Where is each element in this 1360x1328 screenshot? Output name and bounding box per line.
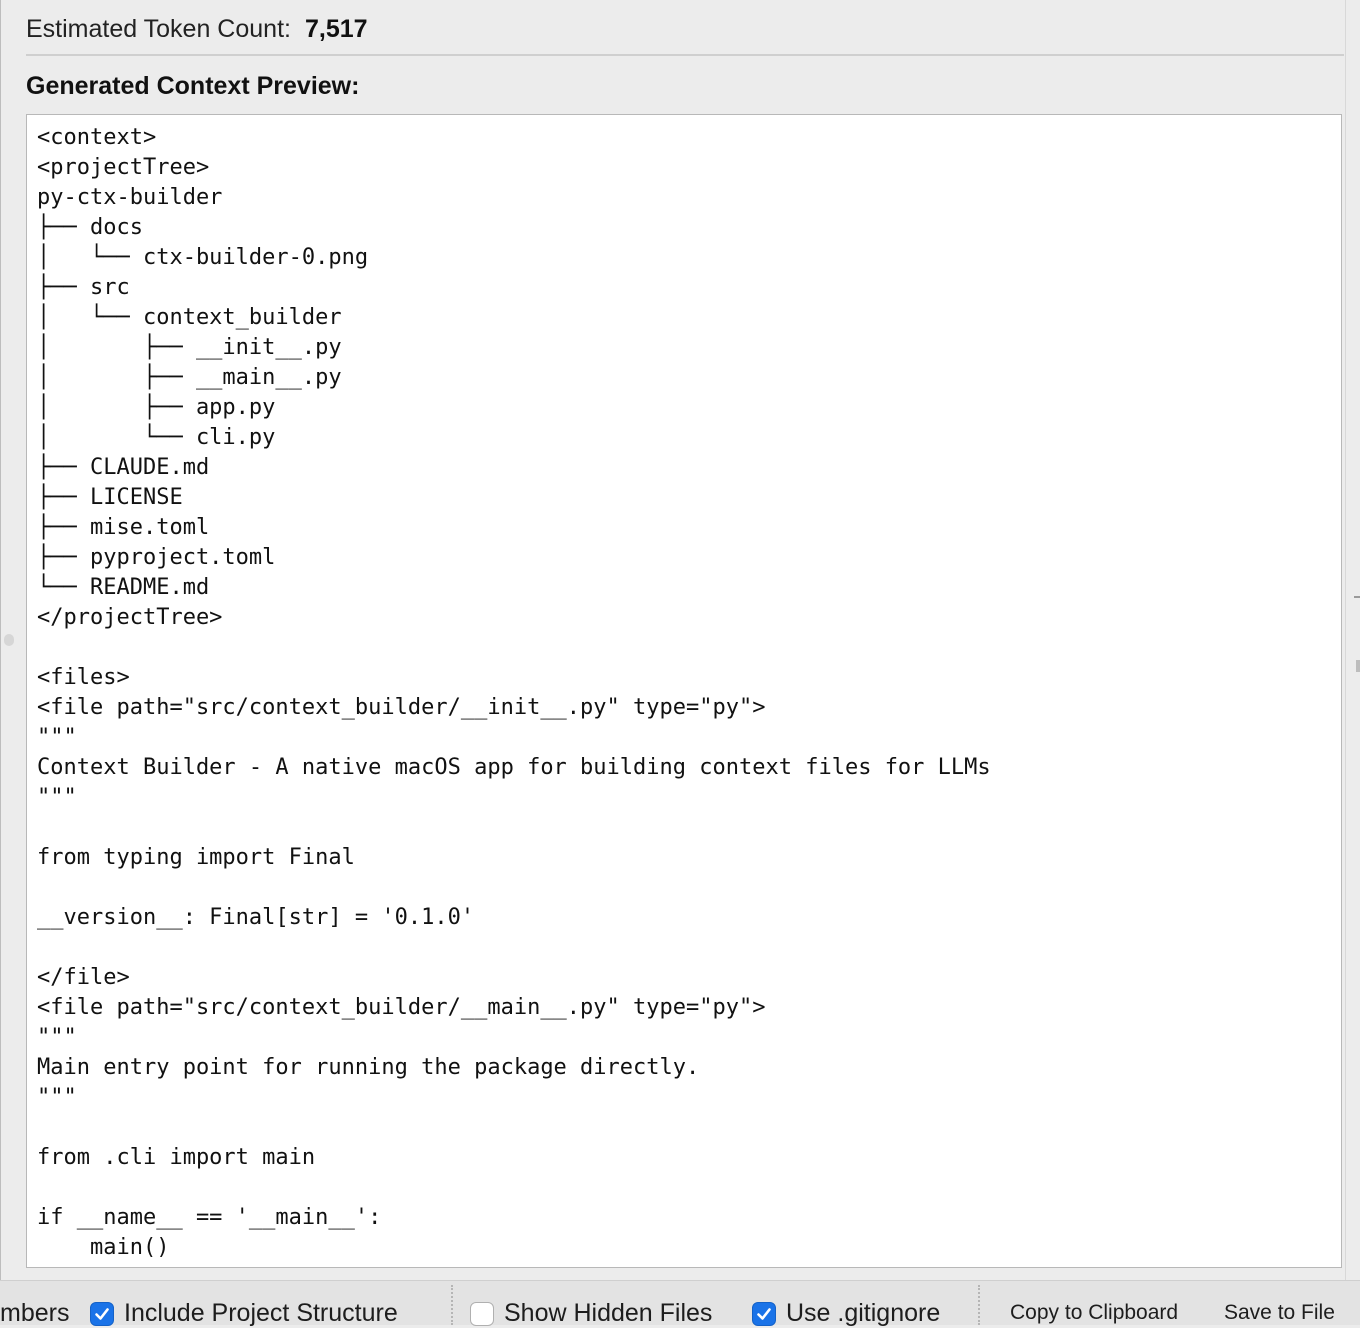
split-view-handle[interactable] (4, 634, 14, 646)
token-count-row: Estimated Token Count: 7,517 (26, 12, 368, 46)
context-preview-textarea[interactable]: <context> <projectTree> py-ctx-builder ├… (26, 114, 1342, 1268)
token-count-value: 7,517 (304, 15, 368, 43)
include-project-structure-checkbox[interactable] (90, 1301, 114, 1326)
show-hidden-files-checkbox[interactable] (470, 1301, 494, 1326)
use-gitignore-checkbox[interactable] (752, 1301, 776, 1326)
header-separator (26, 54, 1344, 56)
token-count-label: Estimated Token Count: (26, 15, 291, 43)
save-to-file-button[interactable]: Save to File (1224, 1301, 1335, 1325)
toolbar-divider (451, 1285, 453, 1325)
resize-indicator (1354, 596, 1360, 598)
window-left-edge (0, 0, 1, 1324)
toolbar-divider (978, 1285, 980, 1325)
scroll-indicator (1356, 660, 1360, 672)
checkmark-icon (757, 1307, 771, 1320)
copy-to-clipboard-button[interactable]: Copy to Clipboard (1010, 1301, 1178, 1325)
context-preview-content[interactable]: <context> <projectTree> py-ctx-builder ├… (27, 115, 1341, 1263)
checkmark-icon (95, 1307, 109, 1320)
bottom-toolbar: mbers Include Project Structure Show Hid… (0, 1280, 1360, 1327)
preview-title: Generated Context Preview: (26, 72, 360, 100)
